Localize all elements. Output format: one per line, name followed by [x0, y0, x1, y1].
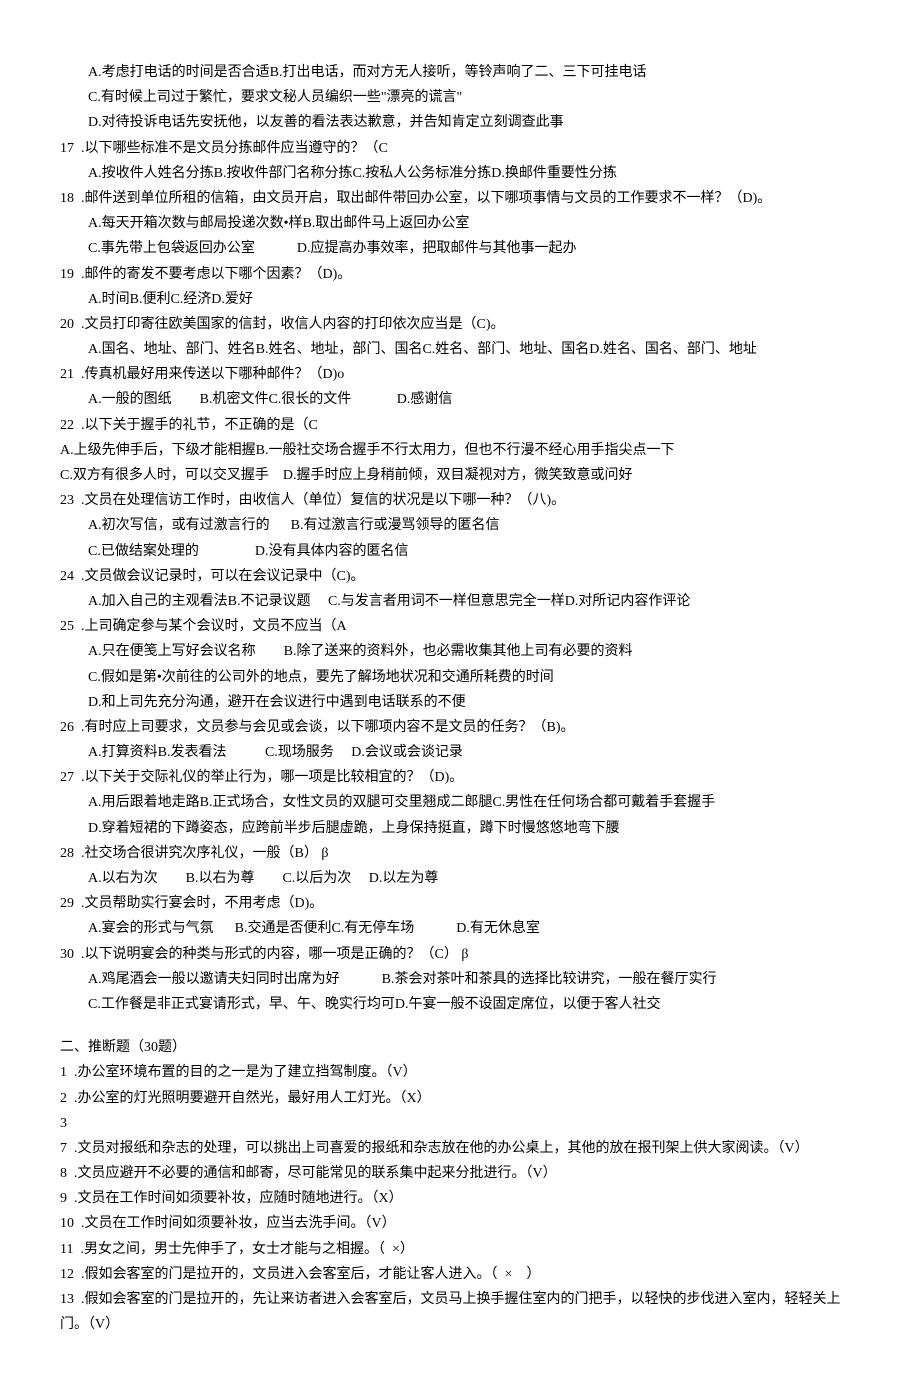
text-line: 2 .办公室的灯光照明要避开自然光，最好用人工灯光。（X） — [60, 1086, 850, 1111]
text-line: A.用后跟着地走路B.正式场合，女性文员的双腿可交里翘成二郎腿C.男性在任何场合… — [60, 790, 850, 815]
text-line: 27 .以下关于交际礼仪的举止行为，哪一项是比较相宜的？（D)。 — [60, 765, 850, 790]
text-line: A.一般的图纸 B.机密文件C.很长的文件 D.感谢信 — [60, 387, 850, 412]
text-line: 17 .以下哪些标准不是文员分拣邮件应当遵守的？（C — [60, 136, 850, 161]
text-line: 24 .文员做会议记录时，可以在会议记录中（C)。 — [60, 564, 850, 589]
text-line: 13 .假如会客室的门是拉开的，先让来访者进入会客室后，文员马上换手握住室内的门… — [60, 1287, 850, 1337]
text-line: C.双方有很多人时，可以交叉握手 D.握手时应上身稍前倾，双目凝视对方，微笑致意… — [60, 463, 850, 488]
text-line: 7 .文员对报纸和杂志的处理，可以挑出上司喜爱的报纸和杂志放在他的办公桌上，其他… — [60, 1136, 850, 1161]
text-line: A.只在便笺上写好会议名称 B.除了送来的资料外，也必需收集其他上司有必要的资料 — [60, 639, 850, 664]
text-line: 3 — [60, 1111, 850, 1136]
text-line: 29 .文员帮助实行宴会时，不用考虑（D)。 — [60, 891, 850, 916]
text-line: 22 .以下关于握手的礼节，不正确的是（C — [60, 413, 850, 438]
text-line: 二、推断题（30题） — [60, 1035, 850, 1060]
text-line: D.和上司先充分沟通，避开在会议进行中遇到电话联系的不便 — [60, 690, 850, 715]
text-line: C.工作餐是非正式宴请形式，早、午、晚实行均可D.午宴一般不设固定席位，以便于客… — [60, 992, 850, 1017]
text-line: A.上级先伸手后，下级才能相握B.一般社交场合握手不行太用力，但也不行漫不经心用… — [60, 438, 850, 463]
text-line: 10 .文员在工作时间如须要补妆，应当去洗手间。（V） — [60, 1211, 850, 1236]
text-line: A.时间B.便利C.经济D.爱好 — [60, 287, 850, 312]
text-line: 9 .文员在工作时间如须要补妆，应随时随地进行。（X） — [60, 1186, 850, 1211]
text-line: 21 .传真机最好用来传送以下哪种邮件？（D)o — [60, 362, 850, 387]
text-line: 19 .邮件的寄发不要考虑以下哪个因素？（D)。 — [60, 262, 850, 287]
text-line: A.每天开箱次数与邮局投递次数•样B.取出邮件马上返回办公室 — [60, 211, 850, 236]
text-line: 26 .有时应上司要求，文员参与会见或会谈，以下哪项内容不是文员的任务？（B)。 — [60, 715, 850, 740]
document-body: A.考虑打电话的时间是否合适B.打出电话，而对方无人接听，等铃声响了二、三下可挂… — [60, 60, 850, 1337]
text-line: 11 .男女之间，男士先伸手了，女士才能与之相握。（ ×） — [60, 1237, 850, 1262]
text-line: C.假如是第•次前往的公司外的地点，要先了解场地状况和交通所耗费的时间 — [60, 665, 850, 690]
text-line: 18 .邮件送到单位所租的信箱，由文员开启，取出邮件带回办公室，以下哪项事情与文… — [60, 186, 850, 211]
text-line: A.按收件人姓名分拣B.按收件部门名称分拣C.按私人公务标准分拣D.换邮件重要性… — [60, 161, 850, 186]
text-line: A.加入自己的主观看法B.不记录议题 C.与发言者用词不一样但意思完全一样D.对… — [60, 589, 850, 614]
text-line: A.以右为次 B.以右为尊 C.以后为次 D.以左为尊 — [60, 866, 850, 891]
text-line: 20 .文员打印寄往欧美国家的信封，收信人内容的打印依次应当是（C)。 — [60, 312, 850, 337]
text-line: 25 .上司确定参与某个会议时，文员不应当（A — [60, 614, 850, 639]
text-line: 8 .文员应避开不必要的通信和邮寄，尽可能常见的联系集中起来分批进行。（V） — [60, 1161, 850, 1186]
text-line: A.打算资料B.发表看法 C.现场服务 D.会议或会谈记录 — [60, 740, 850, 765]
text-line: D.穿着短裙的下蹲姿态，应跨前半步后腿虚跪，上身保持挺直，蹲下时慢悠悠地弯下腰 — [60, 816, 850, 841]
text-line: 30 .以下说明宴会的种类与形式的内容，哪一项是正确的？（C） β — [60, 942, 850, 967]
text-line: 23 .文员在处理信访工作时，由收信人（单位）复信的状况是以下哪一种？（八)。 — [60, 488, 850, 513]
text-line: C.已做结案处理的 D.没有具体内容的匿名信 — [60, 539, 850, 564]
text-line: 12 .假如会客室的门是拉开的，文员进入会客室后，才能让客人进入。（ × ） — [60, 1262, 850, 1287]
text-line: A.考虑打电话的时间是否合适B.打出电话，而对方无人接听，等铃声响了二、三下可挂… — [60, 60, 850, 85]
text-line: A.国名、地址、部门、姓名B.姓名、地址，部门、国名C.姓名、部门、地址、国名D… — [60, 337, 850, 362]
text-line: A.鸡尾酒会一般以邀请夫妇同时出席为好 B.茶会对茶叶和茶具的选择比较讲究，一般… — [60, 967, 850, 992]
text-line: A.宴会的形式与气氛 B.交通是否便利C.有无停车场 D.有无休息室 — [60, 916, 850, 941]
text-line: 1 .办公室环境布置的目的之一是为了建立挡驾制度。（V） — [60, 1060, 850, 1085]
text-line: D.对待投诉电话先安抚他，以友善的看法表达歉意，并告知肯定立刻调查此事 — [60, 110, 850, 135]
text-line: C.事先带上包袋返回办公室 D.应提高办事效率，把取邮件与其他事一起办 — [60, 236, 850, 261]
text-line: A.初次写信，或有过激言行的 B.有过激言行或漫骂领导的匿名信 — [60, 513, 850, 538]
text-line: C.有时候上司过于繁忙，要求文秘人员编织一些"漂亮的谎言" — [60, 85, 850, 110]
text-line: 28 .社交场合很讲究次序礼仪，一般（B） β — [60, 841, 850, 866]
